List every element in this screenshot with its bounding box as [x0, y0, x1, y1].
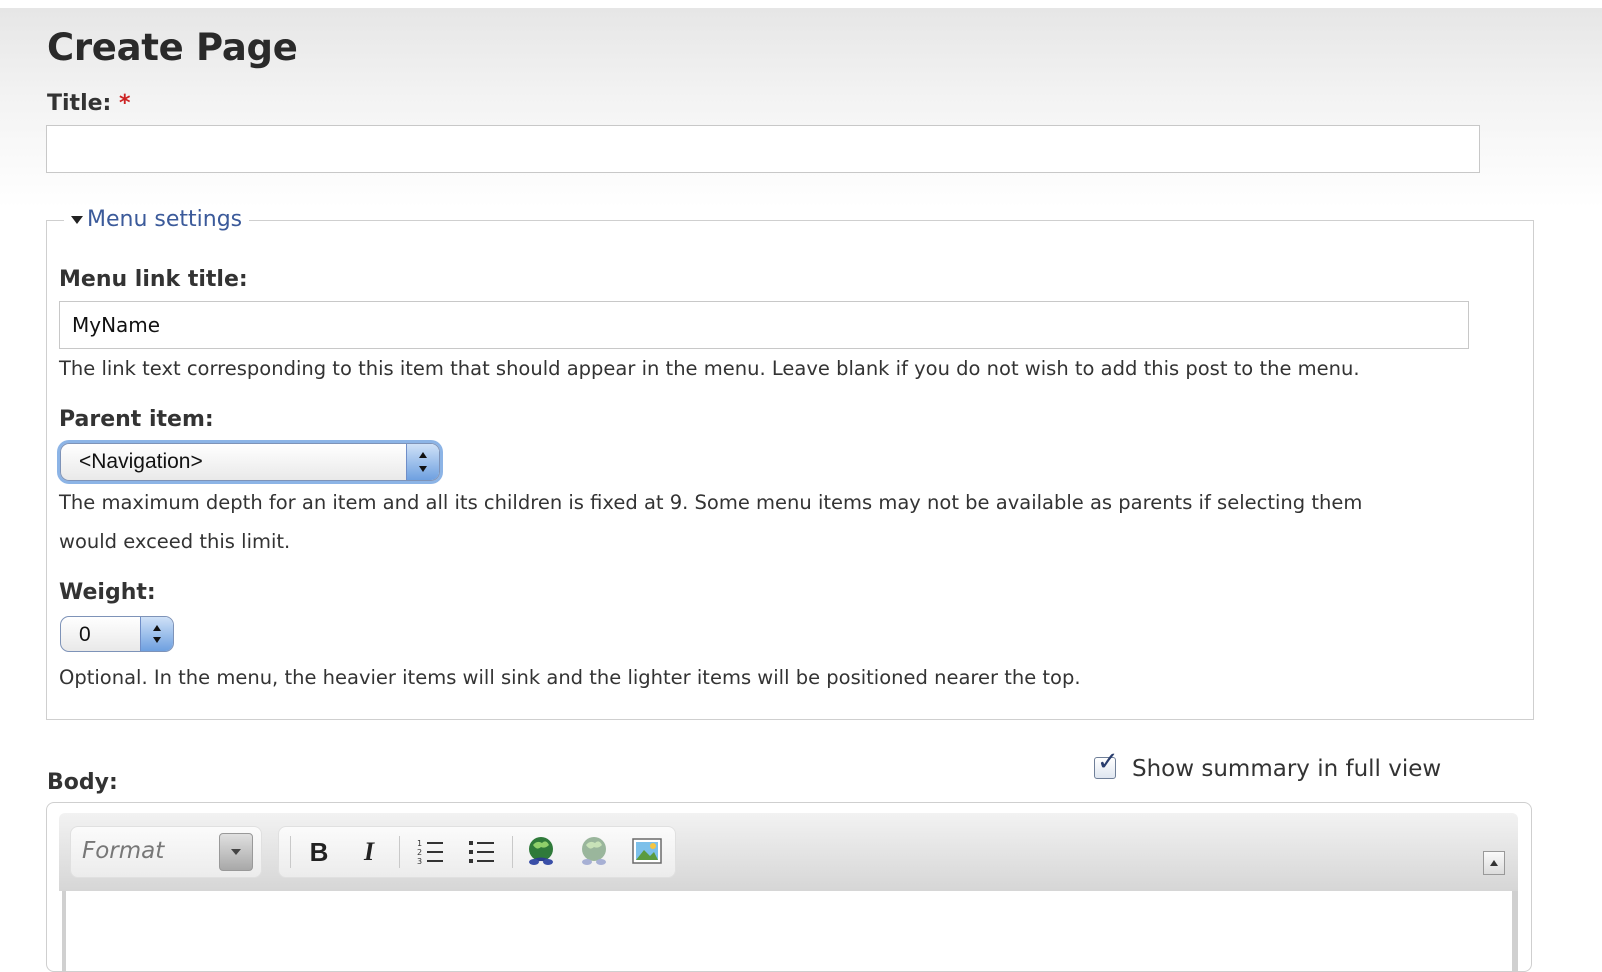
svg-text:1: 1: [417, 839, 422, 848]
weight-label: Weight:: [59, 580, 156, 605]
menu-link-title-input[interactable]: MyName: [59, 301, 1469, 349]
menu-link-title-label: Menu link title:: [59, 267, 248, 292]
select-arrows-icon: [406, 444, 439, 480]
editor-scroll-up-button[interactable]: [1483, 851, 1505, 875]
body-label: Body:: [47, 770, 118, 795]
page-title: Create Page: [47, 26, 298, 69]
link-button[interactable]: [524, 834, 558, 870]
toolbar-divider: [290, 836, 291, 868]
parent-item-label: Parent item:: [59, 407, 214, 432]
show-summary-checkbox[interactable]: ✓: [1094, 749, 1119, 779]
weight-selected: 0: [79, 623, 91, 646]
parent-item-description-line2: would exceed this limit.: [59, 530, 291, 553]
svg-text:3: 3: [417, 857, 422, 866]
show-summary-label[interactable]: Show summary in full view: [1132, 756, 1441, 782]
italic-button[interactable]: I: [352, 834, 386, 870]
bulleted-list-button[interactable]: [465, 834, 499, 870]
title-input[interactable]: [46, 125, 1480, 173]
parent-item-select[interactable]: <Navigation>: [60, 443, 440, 481]
unlink-icon: [582, 837, 606, 865]
image-button[interactable]: [630, 834, 664, 870]
menu-link-title-description: The link text corresponding to this item…: [59, 357, 1360, 380]
title-label: Title: *: [47, 91, 131, 116]
menu-settings-legend: Menu settings: [87, 207, 243, 232]
weight-description: Optional. In the menu, the heavier items…: [59, 666, 1081, 689]
link-icon: [529, 837, 553, 865]
select-arrows-icon: [140, 617, 173, 651]
parent-item-selected: <Navigation>: [79, 450, 203, 473]
editor-content-area[interactable]: [62, 891, 1518, 971]
numbered-list-icon: 1 2 3: [417, 839, 443, 866]
collapse-arrow-icon: [71, 216, 83, 224]
parent-item-description-line1: The maximum depth for an item and all it…: [59, 491, 1363, 514]
unlink-button[interactable]: [577, 834, 611, 870]
chevron-down-icon: [231, 849, 241, 855]
svg-text:2: 2: [417, 848, 422, 857]
format-select-label[interactable]: Format: [82, 838, 164, 864]
weight-select[interactable]: 0: [60, 616, 174, 652]
image-icon: [632, 838, 662, 864]
title-label-text: Title:: [47, 91, 112, 116]
scroll-up-icon: [1490, 860, 1498, 866]
menu-settings-toggle[interactable]: Menu settings: [64, 205, 250, 235]
checkmark-icon: ✓: [1097, 747, 1119, 777]
bulleted-list-icon: [469, 841, 494, 863]
numbered-list-button[interactable]: 1 2 3: [414, 834, 448, 870]
format-dropdown-button[interactable]: [219, 833, 253, 871]
bold-button[interactable]: B: [302, 834, 336, 870]
required-marker: *: [119, 91, 131, 116]
toolbar-divider: [512, 836, 513, 868]
toolbar-divider: [399, 836, 400, 868]
